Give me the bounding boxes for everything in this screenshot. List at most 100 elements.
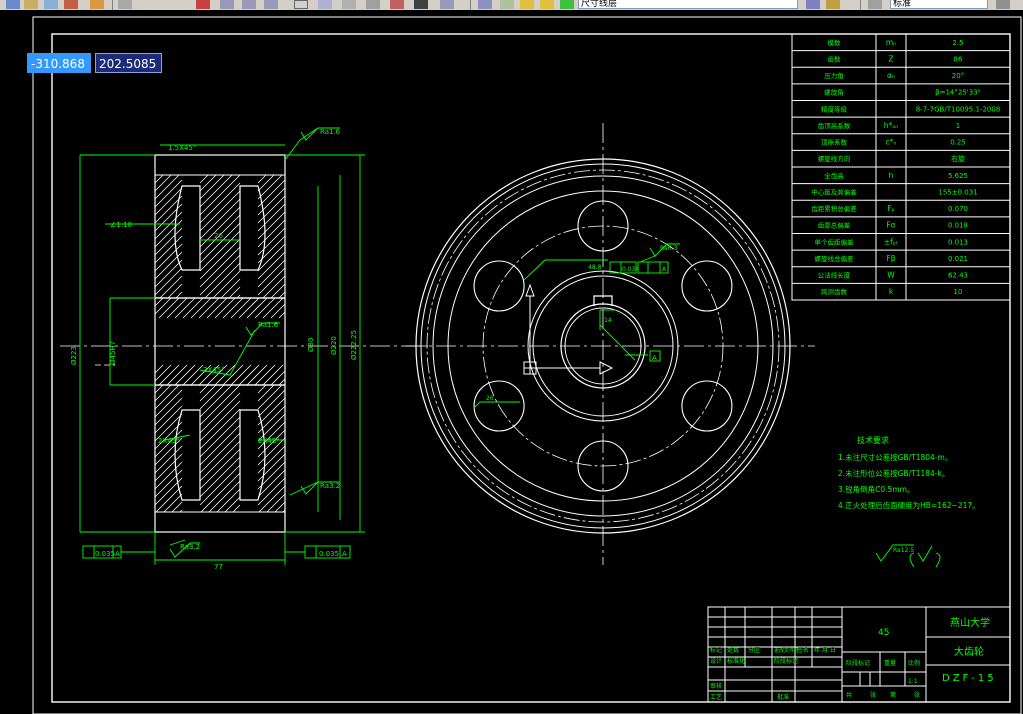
chamfer-br-label: 2X45° <box>258 437 280 445</box>
hatch-line <box>163 493 183 513</box>
hatch-line <box>175 291 183 299</box>
hatch-line <box>199 448 241 490</box>
hatch-line <box>154 297 164 307</box>
param-val: 1 <box>956 122 960 130</box>
tb-approve: 批准 <box>777 693 789 701</box>
datum-left-label: A <box>115 550 120 558</box>
ra-bore-label: Ra3.2 <box>180 543 200 551</box>
param-name: 顶隙系数 <box>821 138 848 147</box>
param-val: 0.013 <box>948 238 968 246</box>
hatch-line <box>257 397 286 426</box>
note-line-2: 2.未注形位公差按GB/T1184-k。 <box>838 468 949 478</box>
chamfer-mid-label: 2X45° <box>203 366 225 374</box>
tb-review: 审核 <box>710 682 722 690</box>
hatch-line <box>257 259 286 288</box>
hatch-line <box>158 297 180 319</box>
chamfer-top-label: 1.5X45° <box>168 144 196 152</box>
hatch-line <box>246 364 268 386</box>
drawing-border <box>32 16 1022 714</box>
param-name: 齿顶高系数 <box>818 121 851 130</box>
hatch-line <box>206 297 228 319</box>
hatch-line <box>199 238 241 280</box>
ra-bottom-label: Ra3.2 <box>320 482 340 490</box>
hatch-line <box>232 504 241 513</box>
tb-craft: 工艺 <box>710 693 722 701</box>
hatch-line <box>199 464 241 506</box>
param-name: 公法线长度 <box>818 271 851 280</box>
tip-diameter-label: Ø222.25 <box>350 330 358 360</box>
param-name: 跨测齿数 <box>821 287 848 296</box>
hatch-line <box>155 485 183 513</box>
hatch-line <box>199 384 233 418</box>
hatch-line <box>199 182 241 224</box>
hatch-line <box>257 453 286 482</box>
param-name: 单个齿距偏差 <box>815 237 855 246</box>
note-line-4: 4.正火处理后齿面硬度为HB=162~217。 <box>838 500 980 510</box>
hatch-line <box>257 211 286 240</box>
chamfer-bl-label: 2X45° <box>158 437 180 445</box>
title-block-text: 燕山大学 大齿轮 DZF-15 45 1:1 标记 处数 分区 更改文件号 签名… <box>710 616 997 701</box>
hatch-line <box>230 297 252 319</box>
hatch-line <box>199 384 209 394</box>
cursor-y-input[interactable]: 202.5085 <box>95 53 162 73</box>
param-sym: mₙ <box>886 38 896 47</box>
hatch-line <box>154 267 183 296</box>
hatch-line <box>182 364 204 386</box>
param-val: 155±0.031 <box>938 188 977 196</box>
hatch-line <box>258 485 286 513</box>
hatch-line <box>154 389 183 418</box>
param-val: 8-7-7GB/T10095.1-2008 <box>916 105 1001 113</box>
param-val: 10 <box>954 288 963 296</box>
hatch-line <box>257 174 267 184</box>
tb-weight: 重量 <box>884 659 896 667</box>
param-name: 螺旋角 <box>824 88 844 97</box>
hatch-line <box>174 364 196 386</box>
hatch-line <box>190 297 212 319</box>
drawing-number: DZF-15 <box>942 673 997 684</box>
tb-header-3: 分区 <box>748 646 760 654</box>
cursor-x-input[interactable]: -310.868 <box>27 53 91 73</box>
tb-design: 设计 <box>710 657 722 665</box>
param-sym: W <box>887 271 895 280</box>
tol-left-label: 0.035 <box>95 550 115 558</box>
parameter-table: 模数 mₙ 2.5 齿数 Z 86 压力角 αₙ 20° 螺旋角 β=14°25'33" 精度等级 8-… <box>791 33 1011 301</box>
param-val: 86 <box>954 55 963 63</box>
param-val: 0.070 <box>948 205 968 213</box>
notes-title: 技术要求 <box>857 435 889 445</box>
hatch-line <box>199 174 241 216</box>
hatch-line <box>262 297 284 319</box>
hatch-line <box>270 303 286 319</box>
hatch-line <box>154 227 183 256</box>
param-sym: h <box>889 171 894 180</box>
hatch-line <box>257 405 286 434</box>
hatch-line <box>257 174 275 192</box>
param-val: 5.625 <box>948 172 968 180</box>
param-name: 精度等级 <box>821 104 848 113</box>
hatch-line <box>199 174 209 184</box>
tb-scale-head: 比例 <box>908 659 920 667</box>
hole-ra-label: Ra6.3 <box>660 245 677 252</box>
hatch-line <box>199 254 241 296</box>
hatch-line <box>199 190 241 232</box>
hatch-line <box>199 246 241 288</box>
drawing[interactable]: 模数 mₙ 2.5 齿数 Z 86 压力角 αₙ 20° 螺旋角 β=14°25'33" 精度等级 8-… <box>0 0 1023 714</box>
hatch-line <box>257 251 286 280</box>
hatch-line <box>278 311 286 319</box>
hatch-line <box>257 267 286 296</box>
param-name: 齿距累积总偏差 <box>811 204 857 213</box>
param-name: 齿廓总偏差 <box>818 221 851 230</box>
param-name: 螺旋线总偏差 <box>815 254 855 263</box>
hatch-line <box>199 384 217 402</box>
hatch-line <box>199 424 241 466</box>
param-sym: k <box>889 287 894 296</box>
param-val: 0.018 <box>948 222 968 230</box>
param-sym: h*ₐₙ <box>884 121 898 130</box>
hatch-line <box>154 364 164 374</box>
hatch-line <box>154 453 183 482</box>
hatch-line <box>257 195 286 224</box>
hatch-line <box>278 378 286 386</box>
hatch-line <box>158 364 180 386</box>
param-val: 62.43 <box>948 272 968 280</box>
hatch-line <box>254 297 276 319</box>
param-name: 压力角 <box>824 71 844 80</box>
